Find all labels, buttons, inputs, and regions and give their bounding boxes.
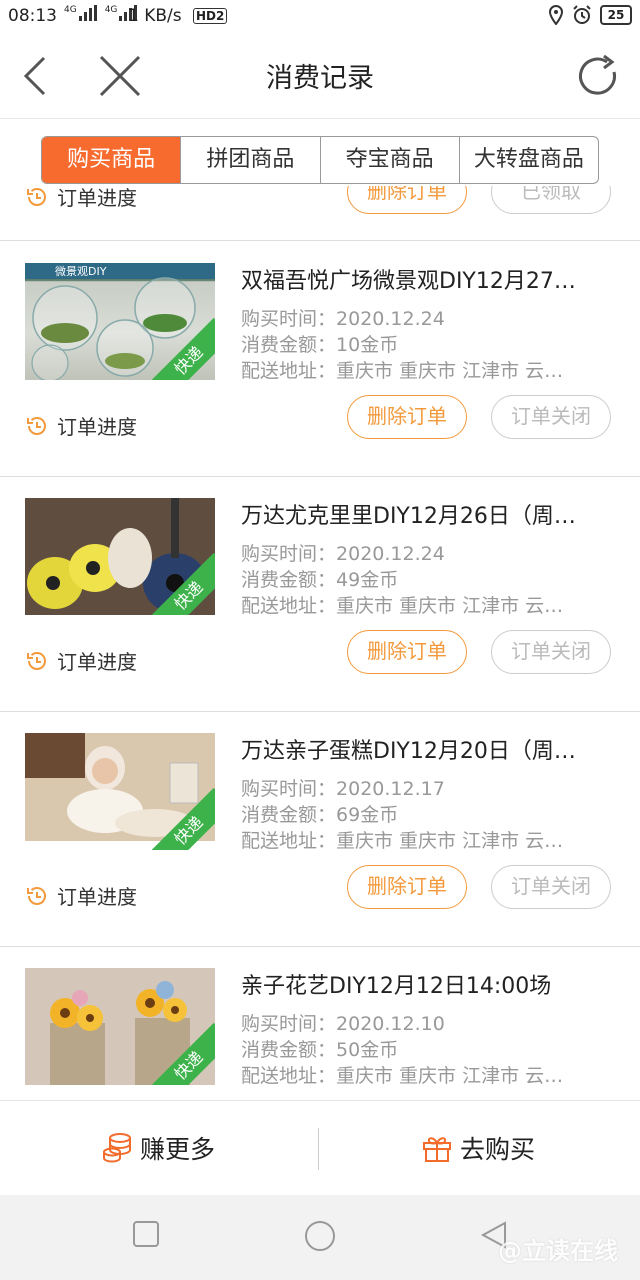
order-title: 亲子花艺DIY12月12日14:00场: [241, 974, 552, 999]
title-bar: 消费记录: [0, 34, 640, 119]
coins-icon: [103, 1133, 131, 1163]
purchase-time: 购买时间：2020.12.24: [241, 308, 445, 330]
order-amount: 消费金额：10金币: [241, 334, 399, 356]
battery-icon: 25: [600, 5, 632, 25]
order-list[interactable]: 订单进度 删除订单 已领取 微景观DIY 快递 双福吾悦广场微景观DIY12月2…: [0, 186, 640, 1100]
watermark: @立读在线: [498, 1237, 618, 1265]
status-bar: 08:13 4G 4G 1 KB/s HD2 25: [0, 0, 640, 34]
order-closed-button[interactable]: 订单关闭: [491, 395, 611, 439]
signal-indicators: 4G 4G: [64, 5, 138, 21]
delete-order-button[interactable]: 删除订单: [347, 865, 467, 909]
order-amount: 消费金额：49金币: [241, 569, 399, 591]
list-item[interactable]: 微景观DIY 快递 双福吾悦广场微景观DIY12月27… 购买时间：2020.1…: [0, 241, 640, 477]
tab-wheel[interactable]: 大转盘商品: [460, 137, 598, 183]
order-progress-link[interactable]: 订单进度: [25, 881, 137, 910]
hd-icon: HD2: [193, 8, 228, 24]
signal-icon: 4G: [64, 5, 97, 21]
history-icon: [27, 416, 46, 435]
earn-more-button[interactable]: 赚更多: [102, 1101, 215, 1195]
refresh-icon[interactable]: [574, 52, 622, 100]
order-progress-link[interactable]: 订单进度: [25, 186, 137, 211]
alarm-icon: [573, 5, 591, 24]
purchase-time: 购买时间：2020.12.10: [241, 1013, 445, 1035]
delete-order-button[interactable]: 删除订单: [347, 630, 467, 674]
tab-group-buy[interactable]: 拼团商品: [181, 137, 321, 183]
product-image: 快递: [25, 968, 215, 1085]
order-title: 双福吾悦广场微景观DIY12月27…: [241, 269, 576, 294]
list-item[interactable]: 快递 万达尤克里里DIY12月26日（周… 购买时间：2020.12.24 消费…: [0, 476, 640, 712]
net-speed: 1 KB/s: [128, 6, 182, 26]
order-item-partial: 订单进度 删除订单 已领取: [0, 186, 640, 241]
purchase-time: 购买时间：2020.12.24: [241, 543, 445, 565]
recents-icon[interactable]: [133, 1221, 159, 1251]
order-status-button[interactable]: 已领取: [491, 186, 611, 214]
order-amount: 消费金额：50金币: [241, 1039, 399, 1061]
gift-icon: [423, 1137, 451, 1162]
product-image: 快递: [25, 733, 215, 850]
page-title: 消费记录: [266, 63, 374, 94]
order-closed-button[interactable]: 订单关闭: [491, 865, 611, 909]
purchase-time: 购买时间：2020.12.17: [241, 778, 445, 800]
product-image: 微景观DIY 快递: [25, 263, 215, 380]
delete-order-button[interactable]: 删除订单: [347, 395, 467, 439]
category-tabs: 购买商品 拼团商品 夺宝商品 大转盘商品: [41, 136, 599, 184]
bottom-action-bar: 赚更多 去购买: [0, 1100, 640, 1195]
delivery-address: 配送地址：重庆市 重庆市 江津市 云…: [241, 595, 564, 617]
list-item[interactable]: 快递 亲子花艺DIY12月12日14:00场 购买时间：2020.12.10 消…: [0, 946, 640, 1100]
go-buy-button[interactable]: 去购买: [422, 1101, 535, 1195]
history-icon: [27, 886, 46, 905]
delivery-address: 配送地址：重庆市 重庆市 江津市 云…: [241, 360, 564, 382]
location-icon: [548, 5, 564, 25]
order-title: 万达亲子蛋糕DIY12月20日（周…: [241, 739, 576, 764]
tab-lottery[interactable]: 夺宝商品: [321, 137, 460, 183]
product-image: 快递: [25, 498, 215, 615]
delete-order-button[interactable]: 删除订单: [347, 186, 467, 214]
delivery-address: 配送地址：重庆市 重庆市 江津市 云…: [241, 830, 564, 852]
image-caption: 微景观DIY: [55, 264, 107, 278]
home-icon[interactable]: [304, 1220, 336, 1256]
list-item[interactable]: 快递 万达亲子蛋糕DIY12月20日（周… 购买时间：2020.12.17 消费…: [0, 711, 640, 947]
delivery-address: 配送地址：重庆市 重庆市 江津市 云…: [241, 1065, 564, 1087]
order-amount: 消费金额：69金币: [241, 804, 399, 826]
order-progress-link[interactable]: 订单进度: [25, 411, 137, 440]
order-progress-link[interactable]: 订单进度: [25, 646, 137, 675]
divider: [318, 1128, 319, 1170]
order-closed-button[interactable]: 订单关闭: [491, 630, 611, 674]
history-icon: [27, 187, 46, 206]
system-nav-bar: @立读在线: [0, 1195, 640, 1280]
order-title: 万达尤克里里DIY12月26日（周…: [241, 504, 576, 529]
history-icon: [27, 651, 46, 670]
tab-purchase[interactable]: 购买商品: [42, 137, 182, 183]
status-time: 08:13: [8, 6, 57, 26]
